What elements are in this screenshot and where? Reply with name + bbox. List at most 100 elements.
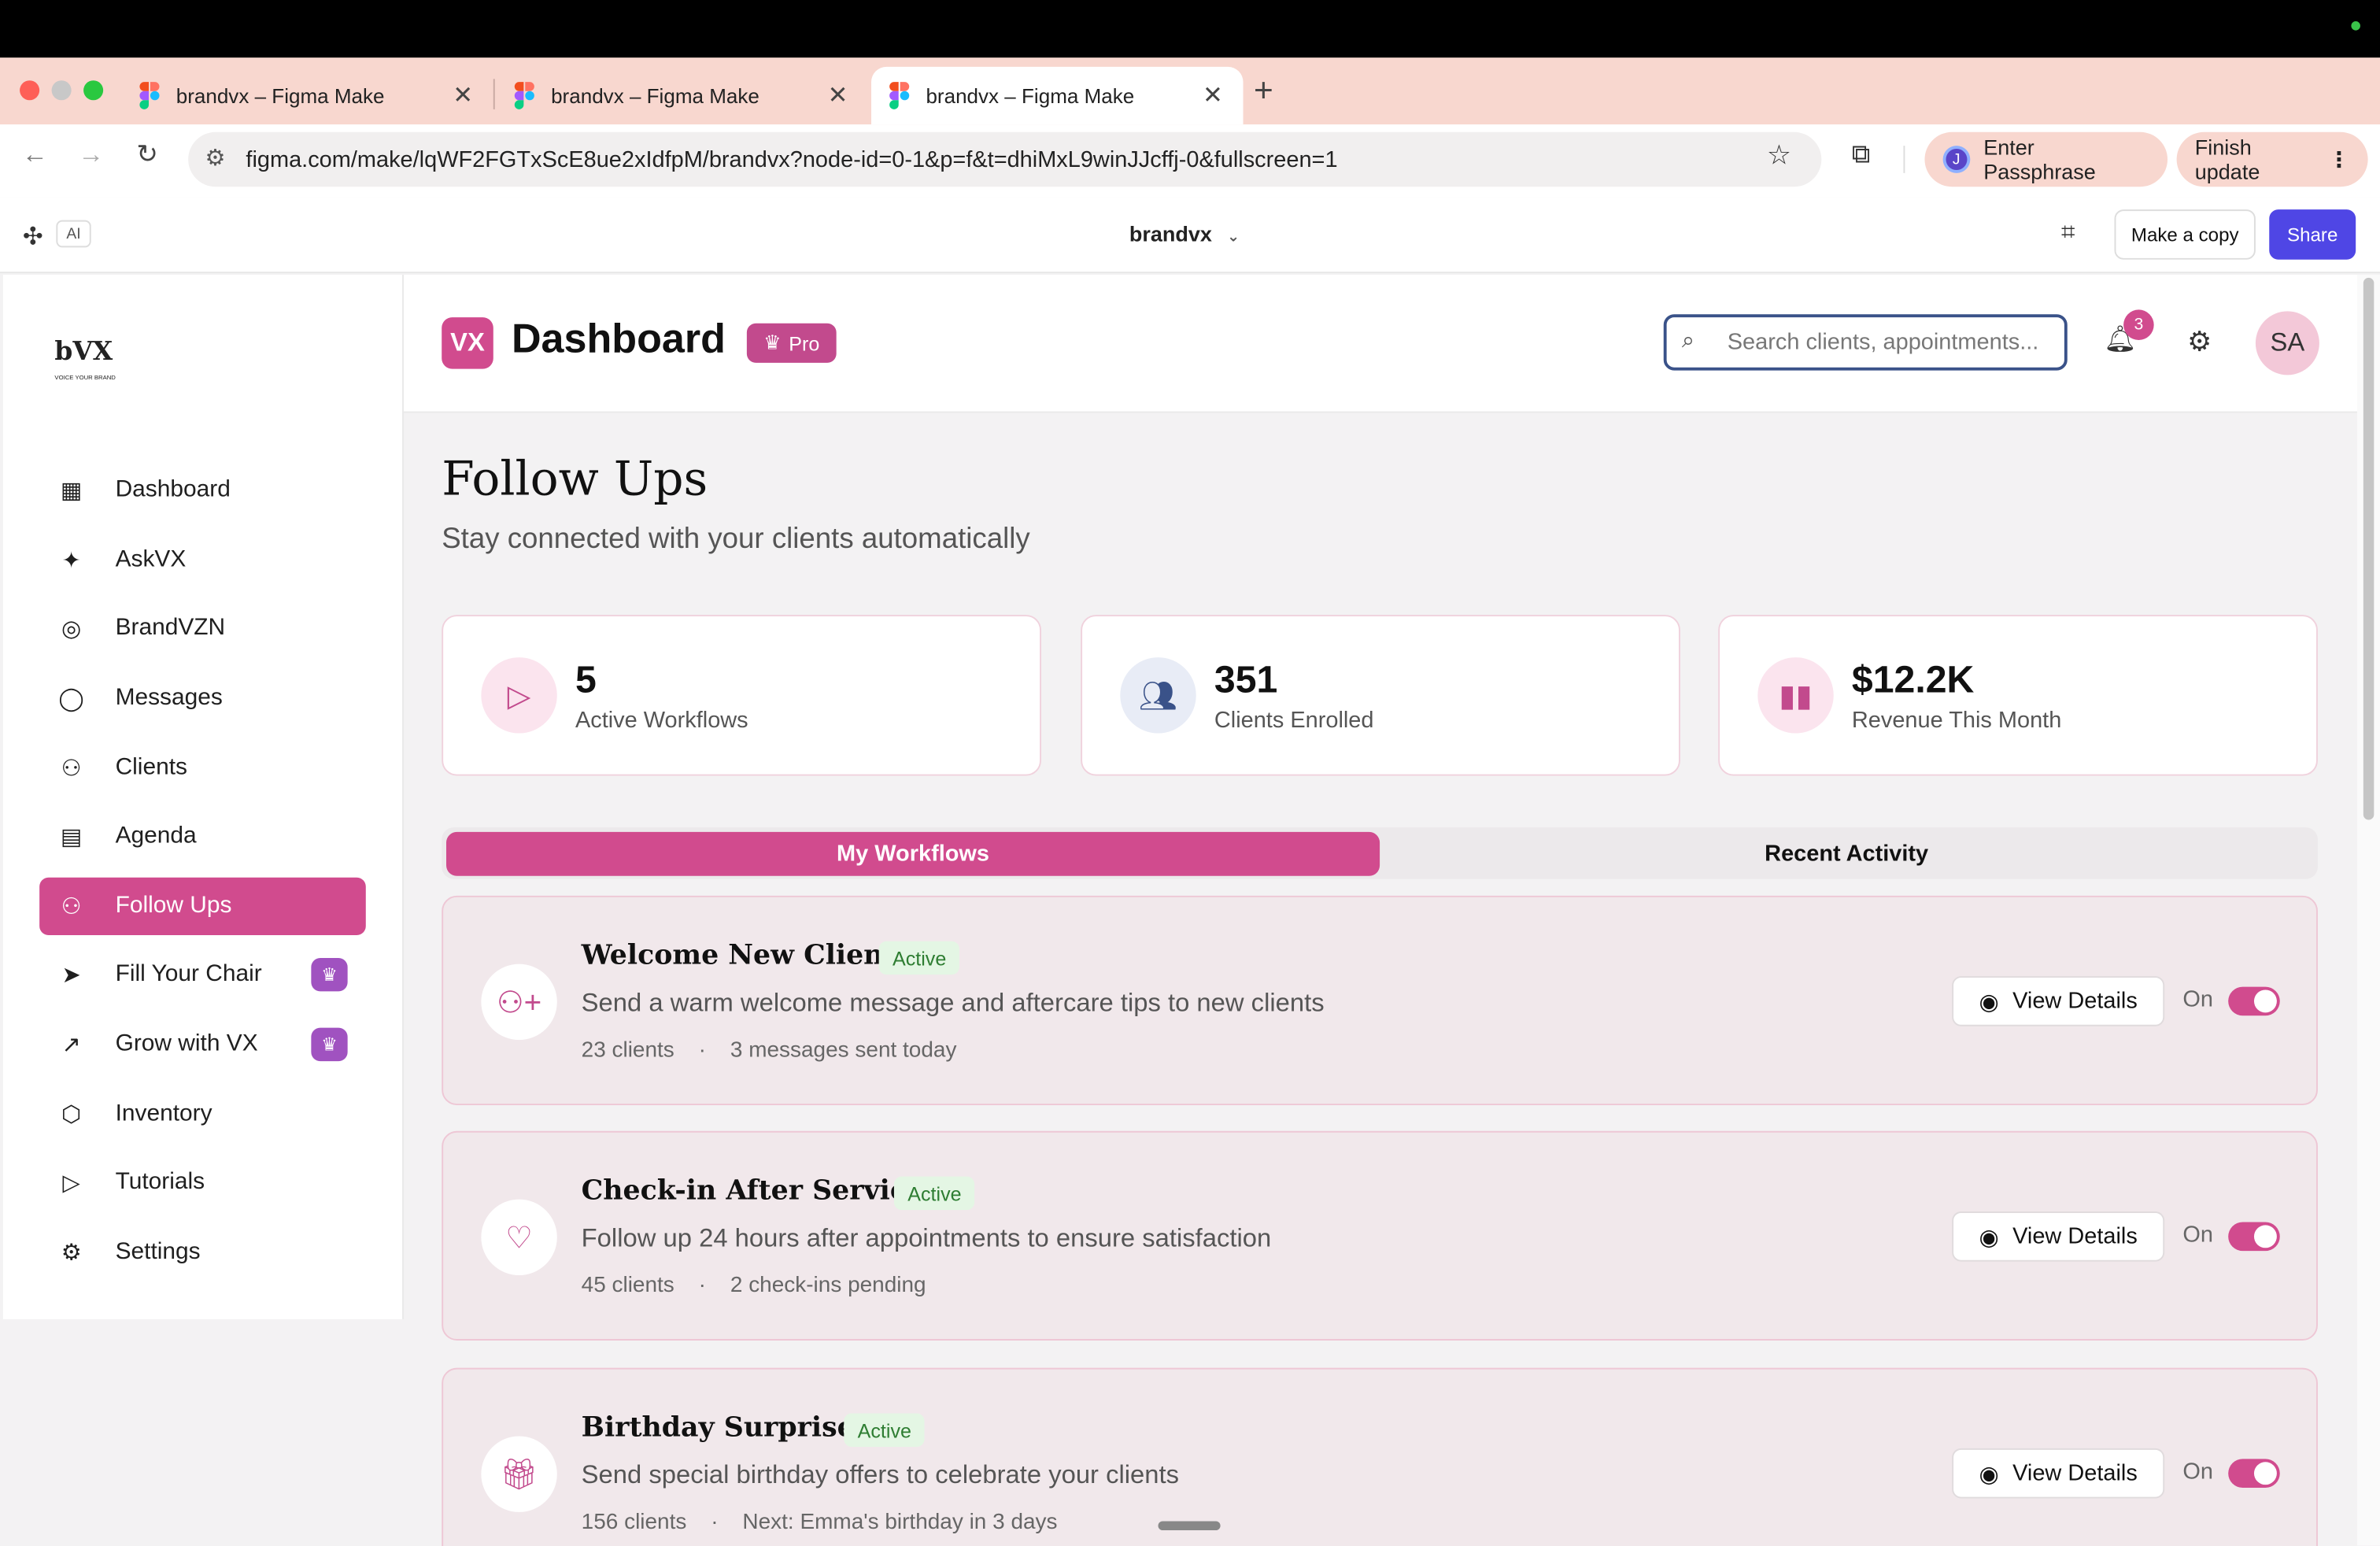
sidebar-item-grow-with-vx[interactable]: ↗ Grow with VX ♛ <box>39 1015 366 1073</box>
sidebar-item-settings[interactable]: ⚙ Settings <box>39 1223 366 1281</box>
make-copy-button[interactable]: Make a copy <box>2114 209 2256 260</box>
sparkles-icon: ✦ <box>61 548 81 575</box>
address-bar[interactable]: figma.com/make/lqWF2FGTxScE8ue2xIdfpM/br… <box>188 131 1822 187</box>
user-plus-icon: ⚇+ <box>481 963 557 1041</box>
workflow-toggle[interactable] <box>2228 1222 2280 1252</box>
sidebar-item-label: Tutorials <box>115 1169 205 1195</box>
workflow-card: ⚇+ Welcome New Clients Active Send a warm w… <box>442 895 2318 1106</box>
tab-title: brandvx – Figma Make <box>926 84 1135 107</box>
workflow-activity: 2 check-ins pending <box>730 1274 926 1298</box>
back-icon[interactable]: ← <box>17 139 53 170</box>
sidebar-item-label: Clients <box>115 754 187 781</box>
notification-badge: 3 <box>2123 309 2154 341</box>
clipboard-icon: ▤ <box>60 824 83 851</box>
finish-update-button[interactable]: Finish update ⋮ <box>2176 131 2368 187</box>
workflow-title: Check-in After Service <box>581 1174 925 1208</box>
search-input[interactable]: Search clients, appointments... <box>1663 314 2068 371</box>
sidebar-item-messages[interactable]: ◯ Messages <box>39 670 366 727</box>
sidebar-item-brandvzn[interactable]: ◎ BrandVZN <box>39 600 366 657</box>
sidebar-item-fill-your-chair[interactable]: ➤ Fill Your Chair ♛ <box>39 946 366 1004</box>
minimize-window-button[interactable] <box>51 80 72 101</box>
profile-avatar: J <box>1942 146 1970 173</box>
tab-my-workflows[interactable]: My Workflows <box>446 831 1380 876</box>
users-icon: 👥︎ <box>1120 657 1196 734</box>
stat-card: ▷ 5 Active Workflows <box>442 615 1042 776</box>
sidebar-item-label: AskVX <box>115 546 187 573</box>
enter-passphrase-button[interactable]: J Enter Passphrase <box>1924 131 2168 187</box>
page-title: Dashboard <box>511 316 726 362</box>
eye-icon: ◉ <box>1979 1224 1999 1251</box>
sidebar-item-label: BrandVZN <box>115 615 226 641</box>
sidebar-item-agenda[interactable]: ▤ Agenda <box>39 808 366 865</box>
stat-value: 5 <box>575 659 597 702</box>
workflow-description: Send a warm welcome message and aftercar… <box>581 988 1325 1018</box>
workflow-toggle[interactable] <box>2228 986 2280 1016</box>
status-badge: Active <box>878 941 960 975</box>
users-icon: ⚇ <box>61 756 82 782</box>
eye-icon: ◉ <box>1979 989 1999 1015</box>
site-settings-icon[interactable]: ⚙ <box>205 144 225 172</box>
play-circle-icon: ▷ <box>62 1170 80 1196</box>
stat-card: ▮▮ $12.2K Revenue This Month <box>1718 615 2318 776</box>
tab-divider <box>493 79 495 109</box>
browser-tab-active[interactable]: brandvx – Figma Make ✕ <box>871 66 1244 125</box>
user-avatar[interactable]: SA <box>2255 311 2319 375</box>
sidebar-item-label: Fill Your Chair <box>115 960 262 987</box>
workflow-toggle[interactable] <box>2228 1459 2280 1489</box>
view-details-button[interactable]: ◉ View Details <box>1952 1448 2165 1499</box>
more-options-icon[interactable]: ⋮ <box>2328 146 2349 172</box>
browser-tab[interactable]: brandvx – Figma Make ✕ <box>121 67 493 124</box>
vx-logo: VX <box>442 317 493 369</box>
close-tab-icon[interactable]: ✕ <box>826 80 850 111</box>
figma-menu-icon[interactable]: ✣ <box>23 222 43 253</box>
browser-tab[interactable]: brandvx – Figma Make ✕ <box>497 67 869 124</box>
sidebar-item-inventory[interactable]: ⬡ Inventory <box>39 1086 366 1143</box>
file-title[interactable]: brandvx ⌄ <box>1129 222 1240 246</box>
scrollbar-thumb[interactable] <box>2363 277 2374 820</box>
pro-badge: ♛ Pro <box>746 323 837 363</box>
reload-icon[interactable]: ↻ <box>129 139 165 170</box>
forward-icon[interactable]: → <box>73 139 109 170</box>
workflow-card: ♡ Check-in After Service Active Follow up 2… <box>442 1130 2318 1341</box>
workflow-title: Birthday Surprises <box>581 1411 870 1444</box>
view-details-button[interactable]: ◉ View Details <box>1952 1211 2165 1262</box>
figma-icon <box>514 81 534 110</box>
search-icon: ⌕ <box>1681 327 1695 354</box>
toggle-label: On <box>2182 1222 2213 1248</box>
toggle-label: On <box>2182 986 2213 1013</box>
sidebar-item-askvx[interactable]: ✦ AskVX <box>39 531 366 589</box>
target-icon: ◎ <box>61 616 82 642</box>
sidebar-item-clients[interactable]: ⚇ Clients <box>39 739 366 797</box>
cast-search-icon[interactable]: ⧉ <box>1842 139 1879 170</box>
sidebar-item-label: Dashboard <box>115 476 231 503</box>
crown-icon: ♛ <box>763 331 782 354</box>
close-window-button[interactable] <box>20 80 40 101</box>
view-details-button[interactable]: ◉ View Details <box>1952 976 2165 1026</box>
sidebar-item-dashboard[interactable]: ▦ Dashboard <box>39 461 366 519</box>
sidebar-item-follow-ups[interactable]: ⚇ Follow Ups <box>39 877 366 936</box>
file-title-label: brandvx <box>1129 221 1212 246</box>
tab-recent-activity[interactable]: Recent Activity <box>1380 832 2313 876</box>
inspect-icon[interactable]: ⌗ <box>2061 220 2075 248</box>
maximize-window-button[interactable] <box>83 80 104 101</box>
sidebar-item-label: Messages <box>115 684 223 711</box>
client-count: 156 clients <box>581 1510 687 1535</box>
chevron-down-icon: ⌄ <box>1227 229 1240 246</box>
crown-icon: ♛ <box>311 1027 348 1062</box>
workflow-activity: Next: Emma's birthday in 3 days <box>742 1510 1058 1535</box>
sidebar-item-label: Follow Ups <box>115 893 232 919</box>
user-check-icon: ⚇ <box>61 893 82 920</box>
new-tab-icon[interactable]: + <box>1254 72 1273 111</box>
close-tab-icon[interactable]: ✕ <box>451 80 475 111</box>
close-tab-icon[interactable]: ✕ <box>1201 80 1225 111</box>
sidebar-item-tutorials[interactable]: ▷ Tutorials <box>39 1154 366 1211</box>
stat-value: $12.2K <box>1851 659 1975 702</box>
toolbar-divider <box>1903 146 1905 173</box>
drag-handle[interactable] <box>1158 1521 1221 1531</box>
bookmark-star-icon[interactable]: ☆ <box>1767 139 1791 172</box>
toggle-label: On <box>2182 1459 2213 1485</box>
settings-gear-icon[interactable]: ⚙ <box>2187 327 2212 359</box>
pro-label: Pro <box>789 331 820 355</box>
share-button[interactable]: Share <box>2269 209 2356 260</box>
ai-badge[interactable]: AI <box>56 220 91 248</box>
